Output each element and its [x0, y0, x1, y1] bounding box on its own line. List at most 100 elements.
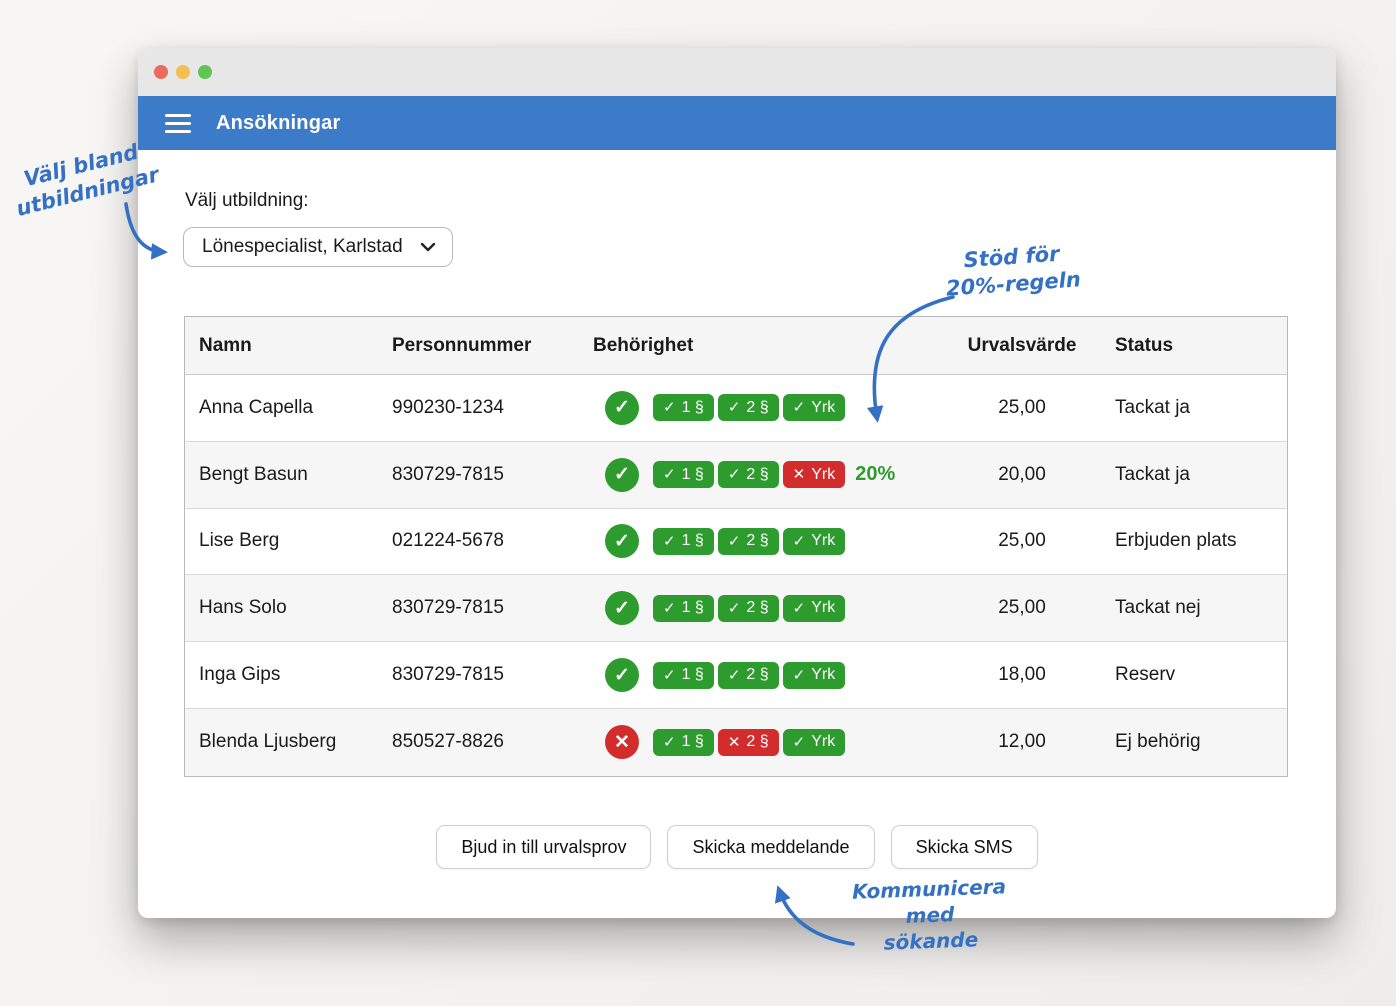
education-picker-label: Välj utbildning: [185, 190, 309, 212]
check-icon: ✓ [663, 467, 676, 482]
badge: ✓2 § [718, 528, 779, 555]
close-window-icon[interactable] [154, 65, 168, 79]
chevron-down-icon [420, 242, 436, 252]
cell-status: Erbjuden plats [1099, 530, 1287, 552]
check-icon: ✓ [728, 534, 741, 549]
invite-to-test-button[interactable]: Bjud in till urvalsprov [436, 825, 651, 869]
badge: ✓Yrk [783, 662, 846, 689]
badge-group: ✓1 §✓2 §✓Yrk [653, 528, 845, 555]
app-window: Ansökningar Välj utbildning: Lönespecial… [138, 48, 1336, 918]
cell-name: Anna Capella [185, 397, 385, 419]
badge: ✓1 § [653, 461, 714, 488]
cell-urvalsvarde: 18,00 [945, 664, 1099, 686]
cell-personnummer: 021224-5678 [385, 530, 575, 552]
cell-status: Tackat nej [1099, 597, 1287, 619]
minimize-window-icon[interactable] [176, 65, 190, 79]
table-row: Bengt Basun 830729-7815 ✓ ✓1 §✓2 §✕Yrk 2… [185, 442, 1287, 509]
app-header: Ansökningar [138, 96, 1336, 150]
cell-status: Tackat ja [1099, 464, 1287, 486]
check-icon: ✓ [728, 467, 741, 482]
check-icon: ✓ [793, 735, 806, 750]
cell-name: Lise Berg [185, 530, 385, 552]
check-icon: ✓ [663, 400, 676, 415]
table-row: Blenda Ljusberg 850527-8826 ✕ ✓1 §✕2 §✓Y… [185, 709, 1287, 776]
badge-group: ✓1 §✓2 §✓Yrk [653, 662, 845, 689]
action-button-row: Bjud in till urvalsprov Skicka meddeland… [138, 825, 1336, 869]
badge: ✓1 § [653, 729, 714, 756]
cell-behorighet: ✓ ✓1 §✓2 §✓Yrk [575, 658, 945, 692]
badge: ✓Yrk [783, 729, 846, 756]
education-select[interactable]: Lönespecialist, Karlstad [183, 227, 453, 267]
badge: ✓2 § [718, 662, 779, 689]
eligibility-status-icon: ✓ [605, 524, 639, 558]
cell-urvalsvarde: 12,00 [945, 731, 1099, 753]
check-icon: ✓ [663, 601, 676, 616]
check-icon: ✓ [728, 400, 741, 415]
check-icon: ✓ [728, 601, 741, 616]
window-titlebar [138, 48, 1336, 96]
badge: ✕2 § [718, 729, 779, 756]
badge: ✓2 § [718, 595, 779, 622]
column-header-behorighet: Behörighet [575, 335, 945, 357]
cell-personnummer: 830729-7815 [385, 664, 575, 686]
cross-icon: ✕ [793, 467, 806, 482]
twenty-percent-rule-note: 20% [855, 463, 895, 486]
education-select-value: Lönespecialist, Karlstad [202, 236, 403, 258]
badge: ✓Yrk [783, 595, 846, 622]
cell-status: Tackat ja [1099, 397, 1287, 419]
badge: ✓Yrk [783, 394, 846, 421]
check-icon: ✓ [793, 668, 806, 683]
badge: ✓Yrk [783, 528, 846, 555]
cell-name: Bengt Basun [185, 464, 385, 486]
eligibility-status-icon: ✓ [605, 391, 639, 425]
cell-status: Reserv [1099, 664, 1287, 686]
table-row: Lise Berg 021224-5678 ✓ ✓1 §✓2 §✓Yrk 25,… [185, 509, 1287, 576]
badge: ✕Yrk [783, 461, 846, 488]
column-header-namn: Namn [185, 335, 385, 357]
badge-group: ✓1 §✓2 §✓Yrk [653, 595, 845, 622]
check-icon: ✓ [663, 668, 676, 683]
cell-urvalsvarde: 25,00 [945, 397, 1099, 419]
cell-behorighet: ✓ ✓1 §✓2 §✕Yrk 20% [575, 458, 945, 492]
column-header-urvalsvarde: Urvalsvärde [945, 335, 1099, 357]
table-row: Anna Capella 990230-1234 ✓ ✓1 §✓2 §✓Yrk … [185, 375, 1287, 442]
badge: ✓1 § [653, 595, 714, 622]
cell-behorighet: ✓ ✓1 §✓2 §✓Yrk [575, 391, 945, 425]
send-message-button[interactable]: Skicka meddelande [667, 825, 874, 869]
cell-name: Hans Solo [185, 597, 385, 619]
eligibility-status-icon: ✓ [605, 591, 639, 625]
check-icon: ✓ [728, 668, 741, 683]
eligibility-status-icon: ✓ [605, 458, 639, 492]
cell-personnummer: 990230-1234 [385, 397, 575, 419]
cell-behorighet: ✓ ✓1 §✓2 §✓Yrk [575, 524, 945, 558]
badge-group: ✓1 §✕2 §✓Yrk [653, 729, 845, 756]
badge: ✓1 § [653, 528, 714, 555]
cross-icon: ✕ [728, 735, 741, 750]
badge: ✓2 § [718, 461, 779, 488]
badge: ✓2 § [718, 394, 779, 421]
send-sms-button[interactable]: Skicka SMS [891, 825, 1038, 869]
check-icon: ✓ [663, 534, 676, 549]
table-header-row: Namn Personnummer Behörighet Urvalsvärde… [185, 317, 1287, 375]
cell-personnummer: 850527-8826 [385, 731, 575, 753]
column-header-status: Status [1099, 335, 1287, 357]
column-header-personnummer: Personnummer [385, 335, 575, 357]
menu-icon[interactable] [165, 114, 191, 133]
cell-urvalsvarde: 25,00 [945, 597, 1099, 619]
cell-behorighet: ✓ ✓1 §✓2 §✓Yrk [575, 591, 945, 625]
cell-personnummer: 830729-7815 [385, 464, 575, 486]
applicants-table: Namn Personnummer Behörighet Urvalsvärde… [184, 316, 1288, 777]
check-icon: ✓ [663, 735, 676, 750]
table-body: Anna Capella 990230-1234 ✓ ✓1 §✓2 §✓Yrk … [185, 375, 1287, 776]
maximize-window-icon[interactable] [198, 65, 212, 79]
eligibility-status-icon: ✓ [605, 658, 639, 692]
table-row: Hans Solo 830729-7815 ✓ ✓1 §✓2 §✓Yrk 25,… [185, 575, 1287, 642]
badge-group: ✓1 §✓2 §✓Yrk [653, 394, 845, 421]
cell-urvalsvarde: 20,00 [945, 464, 1099, 486]
cell-urvalsvarde: 25,00 [945, 530, 1099, 552]
check-icon: ✓ [793, 400, 806, 415]
badge: ✓1 § [653, 394, 714, 421]
badge: ✓1 § [653, 662, 714, 689]
table-row: Inga Gips 830729-7815 ✓ ✓1 §✓2 §✓Yrk 18,… [185, 642, 1287, 709]
page-title: Ansökningar [216, 112, 340, 135]
